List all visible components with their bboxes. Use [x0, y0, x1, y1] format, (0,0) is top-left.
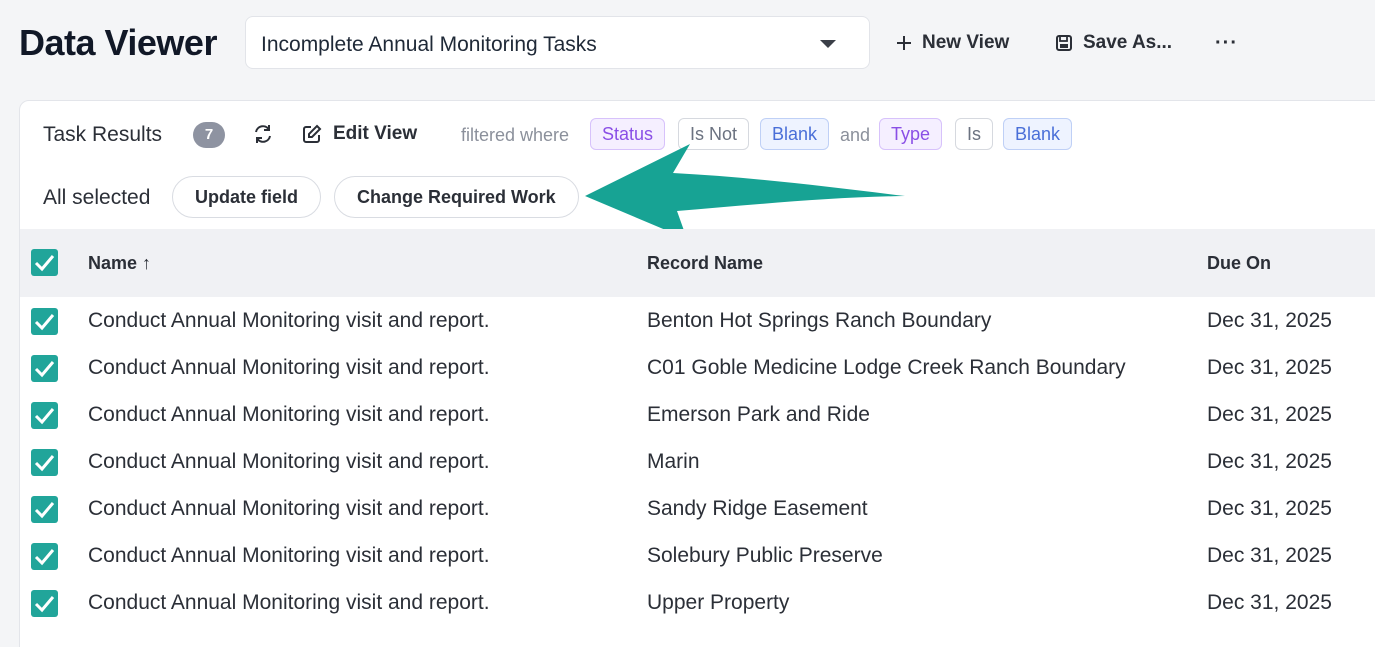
- top-bar: Data Viewer Incomplete Annual Monitoring…: [0, 0, 1375, 90]
- table-row[interactable]: Conduct Annual Monitoring visit and repo…: [20, 487, 1375, 534]
- cell-name[interactable]: Conduct Annual Monitoring visit and repo…: [88, 544, 490, 568]
- table-row[interactable]: Conduct Annual Monitoring visit and repo…: [20, 581, 1375, 628]
- page-title: Data Viewer: [19, 22, 217, 63]
- update-field-button[interactable]: Update field: [172, 176, 322, 218]
- check-icon: [34, 596, 55, 613]
- check-icon: [34, 549, 55, 566]
- cell-record-name[interactable]: Benton Hot Springs Ranch Boundary: [647, 309, 991, 333]
- check-icon: [34, 502, 55, 519]
- more-options-button[interactable]: ···: [1215, 28, 1238, 58]
- new-view-button[interactable]: New View: [896, 28, 1009, 58]
- row-checkbox[interactable]: [31, 543, 58, 570]
- save-as-button[interactable]: Save As...: [1055, 28, 1172, 58]
- cell-record-name[interactable]: C01 Goble Medicine Lodge Creek Ranch Bou…: [647, 356, 1126, 380]
- cell-due-on: Dec 31, 2025: [1207, 309, 1332, 332]
- results-label: Task Results: [43, 123, 163, 146]
- filtered-where-label: filtered where: [461, 125, 570, 145]
- save-as-label: Save As...: [1083, 32, 1173, 53]
- cell-due-on: Dec 31, 2025: [1207, 497, 1332, 520]
- table-row[interactable]: Conduct Annual Monitoring visit and repo…: [20, 299, 1375, 346]
- column-header-due-on[interactable]: Due On: [1207, 253, 1271, 274]
- new-view-label: New View: [922, 32, 1010, 53]
- row-checkbox[interactable]: [31, 496, 58, 523]
- save-icon: [1056, 35, 1072, 51]
- edit-view-button[interactable]: Edit View: [302, 123, 417, 145]
- change-required-work-button[interactable]: Change Required Work: [334, 176, 579, 218]
- check-icon: [34, 255, 55, 272]
- table-row[interactable]: Conduct Annual Monitoring visit and repo…: [20, 393, 1375, 440]
- cell-name[interactable]: Conduct Annual Monitoring visit and repo…: [88, 309, 490, 333]
- cell-name[interactable]: Conduct Annual Monitoring visit and repo…: [88, 591, 490, 615]
- results-panel: Task Results 7 Edit View filtered where …: [19, 100, 1375, 647]
- row-checkbox[interactable]: [31, 308, 58, 335]
- edit-icon: [303, 124, 322, 143]
- cell-due-on: Dec 31, 2025: [1207, 450, 1332, 473]
- cell-due-on: Dec 31, 2025: [1207, 591, 1332, 614]
- results-count-badge: 7: [193, 122, 225, 148]
- cell-name[interactable]: Conduct Annual Monitoring visit and repo…: [88, 450, 490, 474]
- cell-record-name[interactable]: Marin: [647, 450, 700, 474]
- row-checkbox[interactable]: [31, 449, 58, 476]
- chevron-down-icon: [820, 40, 836, 48]
- annotation-arrow-icon: [585, 144, 905, 239]
- check-icon: [34, 314, 55, 331]
- select-all-checkbox[interactable]: [31, 249, 58, 276]
- table-header: Name ↑ Record Name Due On: [20, 229, 1375, 297]
- table-row[interactable]: Conduct Annual Monitoring visit and repo…: [20, 534, 1375, 581]
- all-selected-label: All selected: [43, 186, 151, 209]
- table-row[interactable]: Conduct Annual Monitoring visit and repo…: [20, 346, 1375, 393]
- cell-record-name[interactable]: Solebury Public Preserve: [647, 544, 883, 568]
- edit-view-label: Edit View: [333, 123, 418, 144]
- cell-name[interactable]: Conduct Annual Monitoring visit and repo…: [88, 403, 490, 427]
- refresh-icon[interactable]: [252, 123, 274, 145]
- column-header-name[interactable]: Name ↑: [88, 253, 151, 274]
- row-checkbox[interactable]: [31, 402, 58, 429]
- plus-icon: [897, 36, 911, 50]
- cell-record-name[interactable]: Sandy Ridge Easement: [647, 497, 868, 521]
- cell-due-on: Dec 31, 2025: [1207, 403, 1332, 426]
- column-header-record-name[interactable]: Record Name: [647, 253, 763, 274]
- check-icon: [34, 361, 55, 378]
- cell-due-on: Dec 31, 2025: [1207, 544, 1332, 567]
- filter-operator-is[interactable]: Is: [955, 118, 994, 150]
- cell-due-on: Dec 31, 2025: [1207, 356, 1332, 379]
- filter-value-blank-2[interactable]: Blank: [1003, 118, 1073, 150]
- check-icon: [34, 455, 55, 472]
- cell-name[interactable]: Conduct Annual Monitoring visit and repo…: [88, 497, 490, 521]
- check-icon: [34, 408, 55, 425]
- cell-name[interactable]: Conduct Annual Monitoring visit and repo…: [88, 356, 490, 380]
- row-checkbox[interactable]: [31, 590, 58, 617]
- view-select[interactable]: Incomplete Annual Monitoring Tasks: [245, 16, 870, 69]
- table-row[interactable]: Conduct Annual Monitoring visit and repo…: [20, 440, 1375, 487]
- cell-record-name[interactable]: Upper Property: [647, 591, 789, 615]
- cell-record-name[interactable]: Emerson Park and Ride: [647, 403, 870, 427]
- view-select-value: Incomplete Annual Monitoring Tasks: [261, 33, 597, 56]
- row-checkbox[interactable]: [31, 355, 58, 382]
